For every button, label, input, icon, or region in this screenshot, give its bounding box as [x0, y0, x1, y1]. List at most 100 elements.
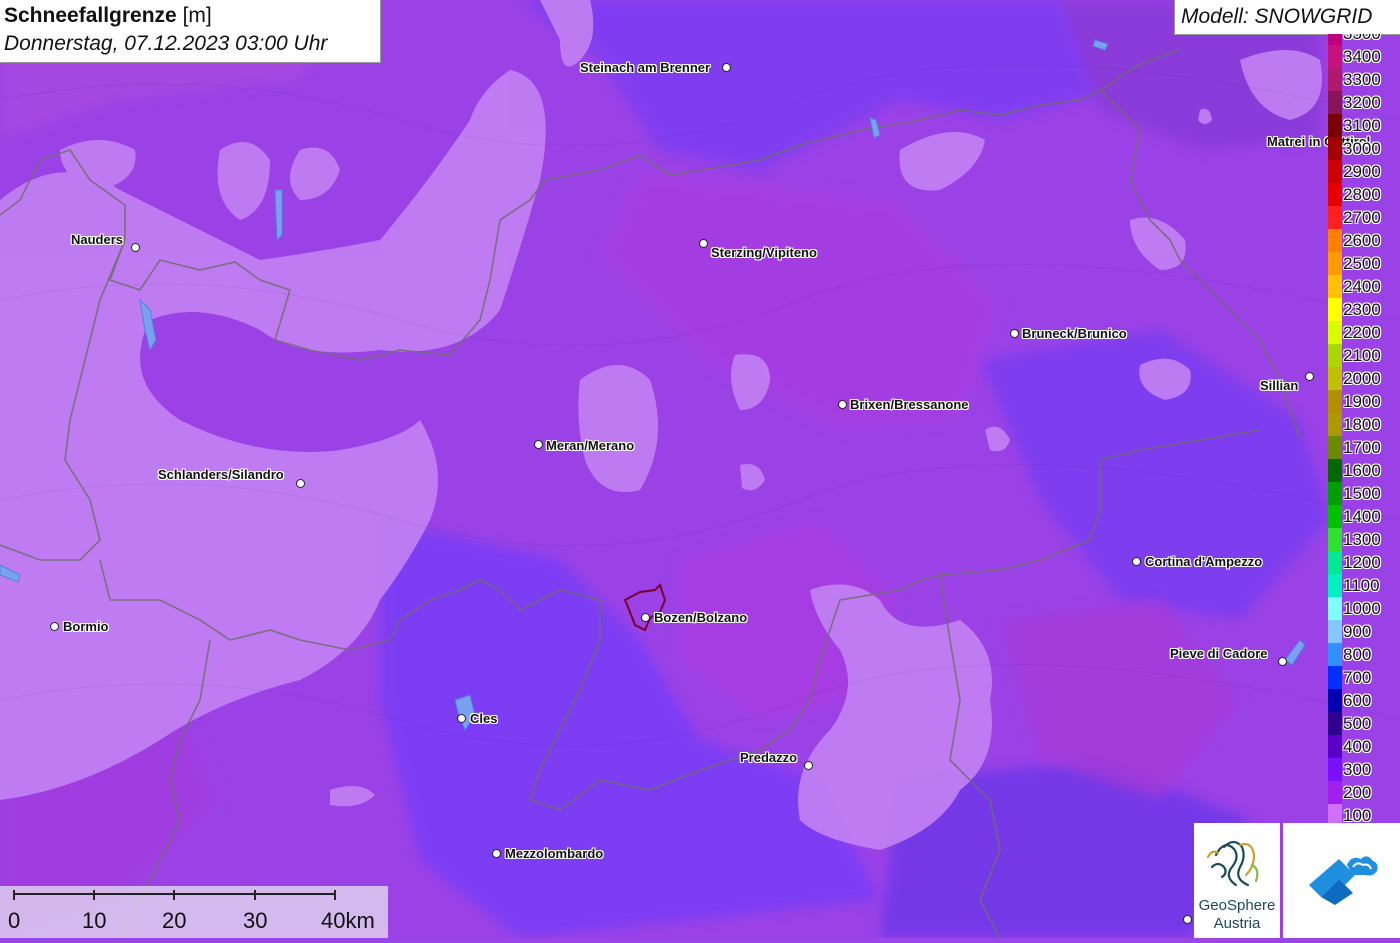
legend-swatch [1328, 252, 1342, 275]
legend-row: 3400 [1328, 45, 1400, 68]
legend-label: 2600 [1343, 231, 1381, 250]
city-label: Pieve di Cadore [1170, 646, 1268, 661]
legend-label: 2500 [1343, 254, 1381, 273]
legend-row: 1800 [1328, 413, 1400, 436]
legend-label: 700 [1343, 668, 1372, 687]
city-marker[interactable] [1278, 657, 1287, 666]
legend-row: 3200 [1328, 91, 1400, 114]
legend-label: 3400 [1343, 47, 1381, 66]
city-marker[interactable] [1305, 372, 1314, 381]
legend-label: 1600 [1343, 461, 1381, 480]
legend-swatch [1328, 620, 1342, 643]
city-label: Bormio [63, 619, 109, 634]
legend-label: 100 [1343, 806, 1372, 824]
city-marker[interactable] [457, 714, 466, 723]
legend-row: 1200 [1328, 551, 1400, 574]
city-marker[interactable] [1183, 915, 1192, 924]
legend-swatch [1328, 413, 1342, 436]
legend-row: 400 [1328, 735, 1400, 758]
legend-label: 2300 [1343, 300, 1381, 319]
legend-swatch [1328, 34, 1342, 45]
legend-row: 1000 [1328, 597, 1400, 620]
legend-row: 2800 [1328, 183, 1400, 206]
legend-swatch [1328, 505, 1342, 528]
legend-row: 1100 [1328, 574, 1400, 597]
legend-swatch [1328, 574, 1342, 597]
legend-row: 1400 [1328, 505, 1400, 528]
legend-swatch [1328, 114, 1342, 137]
legend-swatch [1328, 666, 1342, 689]
city-label: Schlanders/Silandro [158, 467, 284, 482]
legend-label: 2800 [1343, 185, 1381, 204]
city-label: Mezzolombardo [505, 846, 604, 861]
city-marker[interactable] [1010, 329, 1019, 338]
city-label: Bruneck/Brunico [1022, 326, 1127, 341]
title-box: Schneefallgrenze [m] Donnerstag, 07.12.2… [0, 0, 381, 63]
city-marker[interactable] [492, 849, 501, 858]
geosphere-logo[interactable]: GeoSphere Austria [1194, 823, 1280, 938]
legend-row: 1700 [1328, 436, 1400, 459]
legend-label: 1500 [1343, 484, 1381, 503]
app-cloud-arrow-icon [1309, 856, 1378, 905]
parameter-name: Schneefallgrenze [4, 4, 177, 27]
legend-row: 3500 [1328, 34, 1400, 45]
legend-swatch [1328, 643, 1342, 666]
city-label: Brixen/Bressanone [850, 397, 969, 412]
city-marker[interactable] [804, 761, 813, 770]
city-marker[interactable] [699, 239, 708, 248]
legend-swatch [1328, 528, 1342, 551]
legend-label: 3500 [1343, 34, 1381, 44]
city-marker[interactable] [534, 440, 543, 449]
legend-row: 1900 [1328, 390, 1400, 413]
model-box: Modell: SNOWGRID [1174, 0, 1400, 35]
legend-label: 300 [1343, 760, 1372, 779]
city-marker[interactable] [722, 63, 731, 72]
city-marker[interactable] [641, 613, 650, 622]
app-logo[interactable] [1283, 823, 1400, 938]
city-label: Cles [470, 711, 498, 726]
model-label: Modell: SNOWGRID [1181, 5, 1373, 28]
scale-label: 30 [243, 908, 268, 933]
legend-label: 500 [1343, 714, 1372, 733]
legend-swatch [1328, 229, 1342, 252]
legend-label: 1700 [1343, 438, 1381, 457]
legend-label: 1800 [1343, 415, 1381, 434]
legend-swatch [1328, 781, 1342, 804]
city-label: Bozen/Bolzano [654, 610, 748, 625]
legend-swatch [1328, 804, 1342, 824]
logo-text-line1: GeoSphere [1198, 897, 1276, 914]
legend-row: 2500 [1328, 252, 1400, 275]
logo-text-line2: Austria [1213, 915, 1261, 932]
scale-bar: 0 10 20 30 40km [0, 886, 388, 938]
scale-label: 10 [82, 908, 107, 933]
legend-swatch [1328, 482, 1342, 505]
city-label: Steinach am Brenner [580, 60, 711, 75]
legend-row: 3100 [1328, 114, 1400, 137]
city-label: Predazzo [740, 750, 798, 765]
city-marker[interactable] [838, 400, 847, 409]
city-marker[interactable] [131, 243, 140, 252]
legend-row: 2400 [1328, 275, 1400, 298]
legend-label: 2200 [1343, 323, 1381, 342]
legend-swatch [1328, 367, 1342, 390]
city-label: Nauders [71, 232, 124, 247]
legend-swatch [1328, 183, 1342, 206]
legend-swatch [1328, 137, 1342, 160]
parameter-unit: [m] [182, 4, 212, 27]
legend-row: 3300 [1328, 68, 1400, 91]
city-marker[interactable] [50, 622, 59, 631]
map-datetime: Donnerstag, 07.12.2023 03:00 Uhr [4, 32, 328, 55]
city-marker[interactable] [296, 479, 305, 488]
city-marker[interactable] [1132, 557, 1141, 566]
legend-label: 1000 [1343, 599, 1381, 618]
legend-label: 1400 [1343, 507, 1381, 526]
legend-swatch [1328, 689, 1342, 712]
legend-label: 2000 [1343, 369, 1381, 388]
legend-row: 2900 [1328, 160, 1400, 183]
legend-swatch [1328, 91, 1342, 114]
legend-row: 700 [1328, 666, 1400, 689]
legend-label: 800 [1343, 645, 1372, 664]
legend-row: 2700 [1328, 206, 1400, 229]
color-legend: 3500 3400 3300 3200 3100 3000 2900 2800 2700 2600… [1328, 34, 1400, 824]
legend-row: 800 [1328, 643, 1400, 666]
